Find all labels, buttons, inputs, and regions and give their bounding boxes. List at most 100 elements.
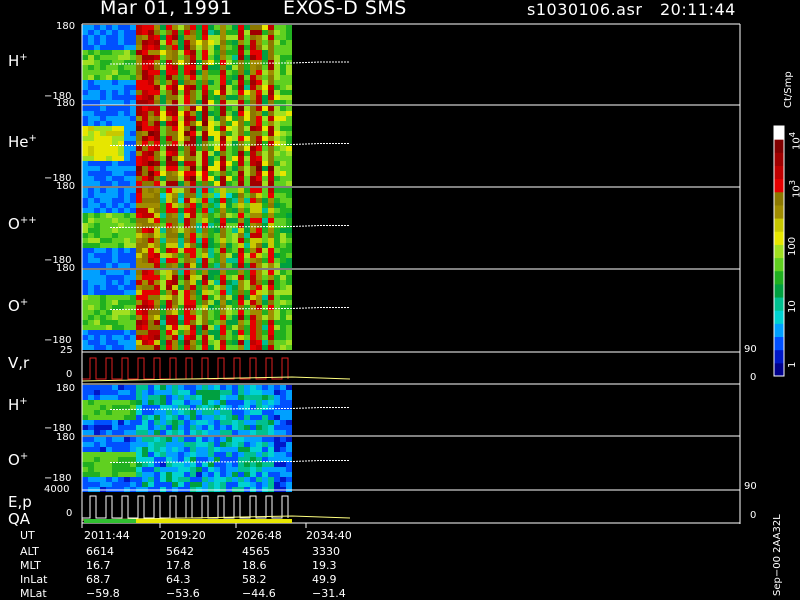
heatmap-cell <box>94 462 100 467</box>
heatmap-cell <box>256 482 262 487</box>
heatmap-cell <box>136 452 142 457</box>
heatmap-cell <box>178 345 184 350</box>
heatmap-cell <box>190 95 196 100</box>
heatmap-cell <box>118 121 124 126</box>
heatmap-cell <box>286 462 292 467</box>
heatmap-cell <box>274 390 280 395</box>
heatmap-cell <box>226 248 232 253</box>
ytick-top-opp: 180 <box>56 181 76 192</box>
heatmap-cell <box>274 430 280 435</box>
heatmap-cell <box>142 95 148 100</box>
heatmap-cell <box>148 315 154 320</box>
heatmap-cell <box>238 198 244 203</box>
heatmap-cell <box>286 410 292 415</box>
ytick-bot-ep: 0 <box>66 508 73 519</box>
heatmap-cell <box>214 253 220 258</box>
heatmap-cell <box>166 447 172 452</box>
heatmap-cell <box>160 275 166 280</box>
heatmap-cell <box>256 472 262 477</box>
heatmap-cell <box>226 400 232 405</box>
heatmap-cell <box>250 263 256 268</box>
heatmap-cell <box>280 345 286 350</box>
heatmap-cell <box>118 442 124 447</box>
heatmap-cell <box>88 188 94 193</box>
heatmap-cell <box>244 106 250 111</box>
heatmap-cell <box>178 248 184 253</box>
heatmap-cell <box>82 385 88 390</box>
heatmap-cell <box>106 40 112 45</box>
heatmap-cell <box>256 447 262 452</box>
heatmap-cell <box>190 116 196 121</box>
heatmap-cell <box>250 253 256 258</box>
heatmap-cell <box>226 25 232 30</box>
heatmap-cell <box>94 80 100 85</box>
heatmap-cell <box>286 35 292 40</box>
heatmap-cell <box>238 106 244 111</box>
heatmap-cell <box>88 290 94 295</box>
heatmap-cell <box>274 193 280 198</box>
heatmap-cell <box>280 462 286 467</box>
heatmap-cell <box>112 65 118 70</box>
heatmap-cell <box>166 106 172 111</box>
heatmap-cell <box>106 111 112 116</box>
colorbar-swatch <box>774 336 784 351</box>
heatmap-cell <box>94 218 100 223</box>
heatmap-cell <box>106 275 112 280</box>
heatmap-cell <box>238 462 244 467</box>
heatmap-cell <box>286 218 292 223</box>
heatmap-cell <box>202 345 208 350</box>
heatmap-cell <box>148 171 154 176</box>
heatmap-cell <box>226 121 232 126</box>
heatmap-cell <box>268 310 274 315</box>
heatmap-cell <box>256 238 262 243</box>
heatmap-cell <box>112 243 118 248</box>
heatmap-cell <box>160 447 166 452</box>
heatmap-cell <box>82 243 88 248</box>
heatmap-cell <box>226 156 232 161</box>
heatmap-cell <box>118 275 124 280</box>
heatmap-cell <box>232 310 238 315</box>
heatmap-cell <box>244 325 250 330</box>
heatmap-cell <box>94 325 100 330</box>
heatmap-cell <box>274 482 280 487</box>
heatmap-cell <box>172 335 178 340</box>
heatmap-cell <box>106 477 112 482</box>
heatmap-cell <box>130 270 136 275</box>
colorbar-swatch <box>774 126 784 140</box>
heatmap-cell <box>256 75 262 80</box>
heatmap-cell <box>208 203 214 208</box>
heatmap-cell <box>238 100 244 105</box>
heatmap-cell <box>106 188 112 193</box>
heatmap-cell <box>220 270 226 275</box>
heatmap-cell <box>118 171 124 176</box>
heatmap-cell <box>250 315 256 320</box>
heatmap-cell <box>202 385 208 390</box>
heatmap-cell <box>208 285 214 290</box>
heatmap-cell <box>250 50 256 55</box>
heatmap-cell <box>244 472 250 477</box>
heatmap-cell <box>118 290 124 295</box>
heatmap-cell <box>190 442 196 447</box>
heatmap-cell <box>256 198 262 203</box>
heatmap-cell <box>136 80 142 85</box>
heatmap-cell <box>226 442 232 447</box>
heatmap-cell <box>214 136 220 141</box>
heatmap-cell <box>208 253 214 258</box>
heatmap-cell <box>238 325 244 330</box>
heatmap-cell <box>250 218 256 223</box>
heatmap-cell <box>130 385 136 390</box>
heatmap-cell <box>100 280 106 285</box>
heatmap-cell <box>178 90 184 95</box>
heatmap-cell <box>280 228 286 233</box>
heatmap-cell <box>190 472 196 477</box>
heatmap-cell <box>208 263 214 268</box>
heatmap-cell <box>262 203 268 208</box>
heatmap-cell <box>94 482 100 487</box>
heatmap-cell <box>262 253 268 258</box>
heatmap-cell <box>268 55 274 60</box>
heatmap-cell <box>238 156 244 161</box>
heatmap-cell <box>238 315 244 320</box>
heatmap-cell <box>166 335 172 340</box>
heatmap-cell <box>94 400 100 405</box>
heatmap-cell <box>226 193 232 198</box>
